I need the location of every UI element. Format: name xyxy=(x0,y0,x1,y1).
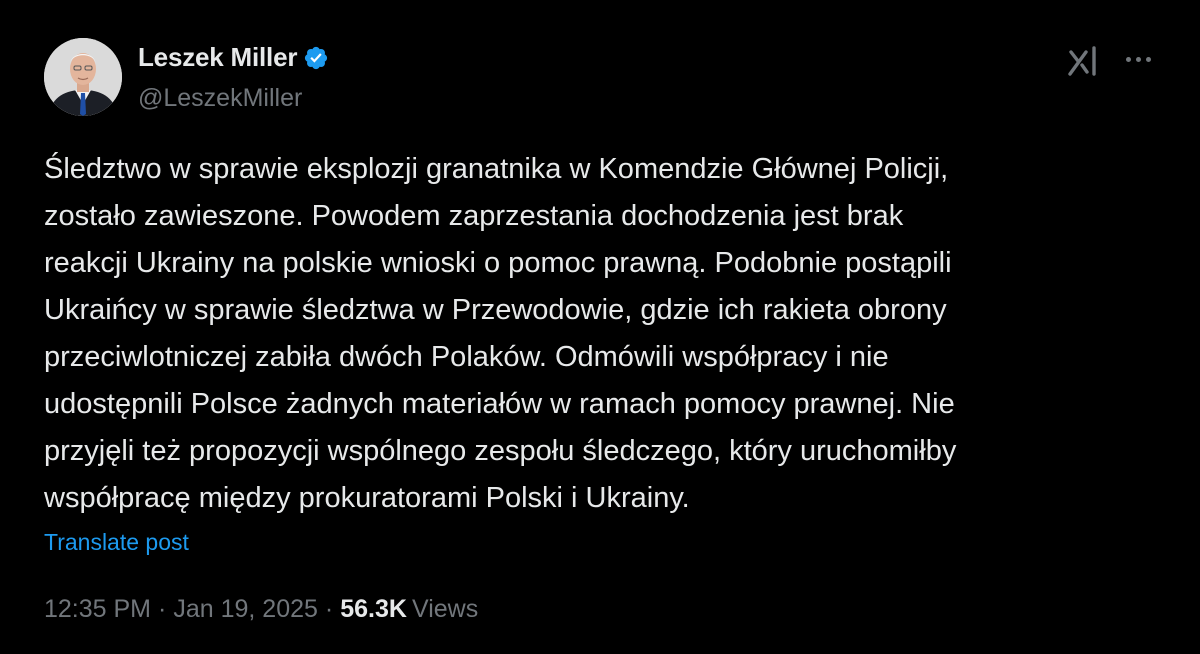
post-text-line: Śledztwo w sprawie eksplozji granatnika … xyxy=(44,153,949,185)
post-date[interactable]: Jan 19, 2025 xyxy=(173,595,318,624)
post-text-line: przyjęli też propozycji wspólnego zespoł… xyxy=(44,435,957,467)
post-metadata: 12:35 PM · Jan 19, 2025 · 56.3K Views xyxy=(44,595,478,624)
post-text-line: przeciwlotniczej zabiła dwóch Polaków. O… xyxy=(44,341,889,373)
verified-badge-icon[interactable] xyxy=(303,45,329,71)
more-dot xyxy=(1135,56,1141,62)
author-display-name[interactable]: Leszek Miller xyxy=(138,42,297,73)
more-options-icon[interactable] xyxy=(1118,44,1158,74)
post-text-line: reakcji Ukrainy na polskie wnioski o pom… xyxy=(44,247,952,279)
meta-separator: · xyxy=(158,595,167,623)
author-handle[interactable]: @LeszekMiller xyxy=(138,84,302,113)
more-dot xyxy=(1125,56,1131,62)
post-text-line: udostępnili Polsce żadnych materiałów w … xyxy=(44,388,955,420)
views-count: 56.3K xyxy=(340,595,407,623)
post-text-line: zostało zawieszone. Powodem zaprzestania… xyxy=(44,200,904,232)
avatar[interactable] xyxy=(44,38,122,116)
author-name-row: Leszek Miller xyxy=(138,42,329,73)
meta-separator: · xyxy=(324,595,334,623)
avatar-portrait-icon xyxy=(44,38,122,116)
tweet-card: Leszek Miller @LeszekMiller Śledztwo w s… xyxy=(0,0,1200,654)
more-dot xyxy=(1145,56,1151,62)
views-label: Views xyxy=(411,595,479,623)
post-time[interactable]: 12:35 PM xyxy=(44,595,151,624)
grok-icon[interactable] xyxy=(1064,40,1104,80)
post-text: Śledztwo w sprawie eksplozji granatnika … xyxy=(44,146,1164,522)
translate-post-link[interactable]: Translate post xyxy=(44,529,189,556)
post-text-line: współpracę między prokuratorami Polski i… xyxy=(44,482,690,514)
post-text-line: Ukraińcy w sprawie śledztwa w Przewodowi… xyxy=(44,294,947,326)
